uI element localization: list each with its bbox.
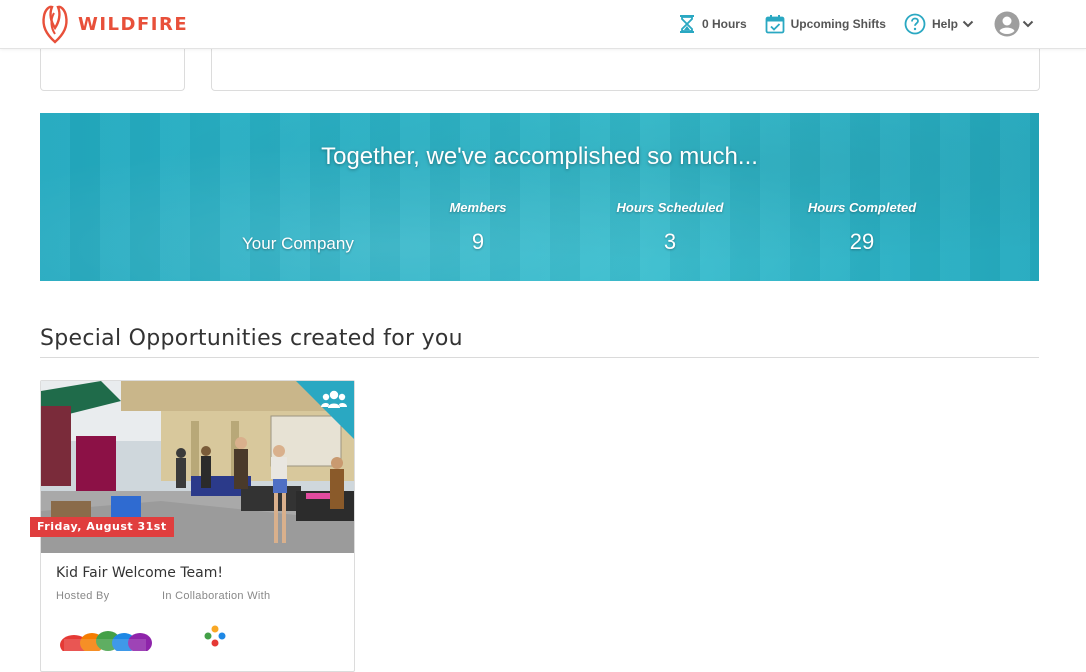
nav-help[interactable]: Help	[904, 13, 974, 35]
brand-logo[interactable]: WILDFIRE	[40, 4, 188, 44]
account-menu[interactable]	[994, 11, 1034, 37]
banner-background	[40, 113, 1039, 281]
chevron-down-icon	[962, 20, 974, 28]
opportunity-title[interactable]: Kid Fair Welcome Team!	[56, 565, 223, 581]
stats-banner: Together, we've accomplished so much... …	[40, 113, 1039, 281]
hosted-by-label: Hosted By	[56, 590, 110, 602]
hours-scheduled-value: 3	[663, 229, 677, 254]
section-title: Special Opportunities created for you	[40, 326, 463, 351]
hours-completed-value: 29	[849, 229, 875, 254]
hours-label: 0 Hours	[701, 17, 747, 31]
nav-hours[interactable]: 0 Hours	[678, 14, 747, 34]
opportunity-date-tag: Friday, August 31st	[30, 517, 174, 537]
group-icon	[296, 381, 354, 439]
partner-logos	[56, 621, 230, 656]
members-label: Members	[449, 200, 507, 215]
hours-completed-label: Hours Completed	[807, 200, 917, 215]
help-circle-icon	[904, 13, 926, 35]
host-logo	[60, 631, 152, 655]
members-value: 9	[471, 229, 485, 254]
wildfire-logo-icon	[42, 5, 68, 44]
user-avatar-icon	[994, 11, 1020, 37]
section-divider	[40, 357, 1039, 358]
nav-upcoming-shifts[interactable]: Upcoming Shifts	[765, 14, 886, 34]
chevron-down-icon	[1022, 20, 1034, 28]
help-label: Help	[931, 17, 958, 31]
nav-links: 0 Hours Upcoming Shifts Help	[660, 0, 1034, 48]
collaborator-logo	[204, 625, 226, 647]
banner-title: Together, we've accomplished so much...	[321, 143, 758, 170]
top-navbar: WILDFIRE 0 Hours Upcoming Shifts Help	[0, 0, 1086, 49]
collaboration-label: In Collaboration With	[162, 590, 271, 602]
upcoming-shifts-label: Upcoming Shifts	[790, 17, 886, 31]
company-name: Your Company	[242, 234, 354, 253]
brand-name: WILDFIRE	[78, 13, 189, 35]
hours-scheduled-label: Hours Scheduled	[616, 200, 724, 215]
hourglass-icon	[679, 15, 694, 33]
calendar-check-icon	[765, 15, 785, 34]
